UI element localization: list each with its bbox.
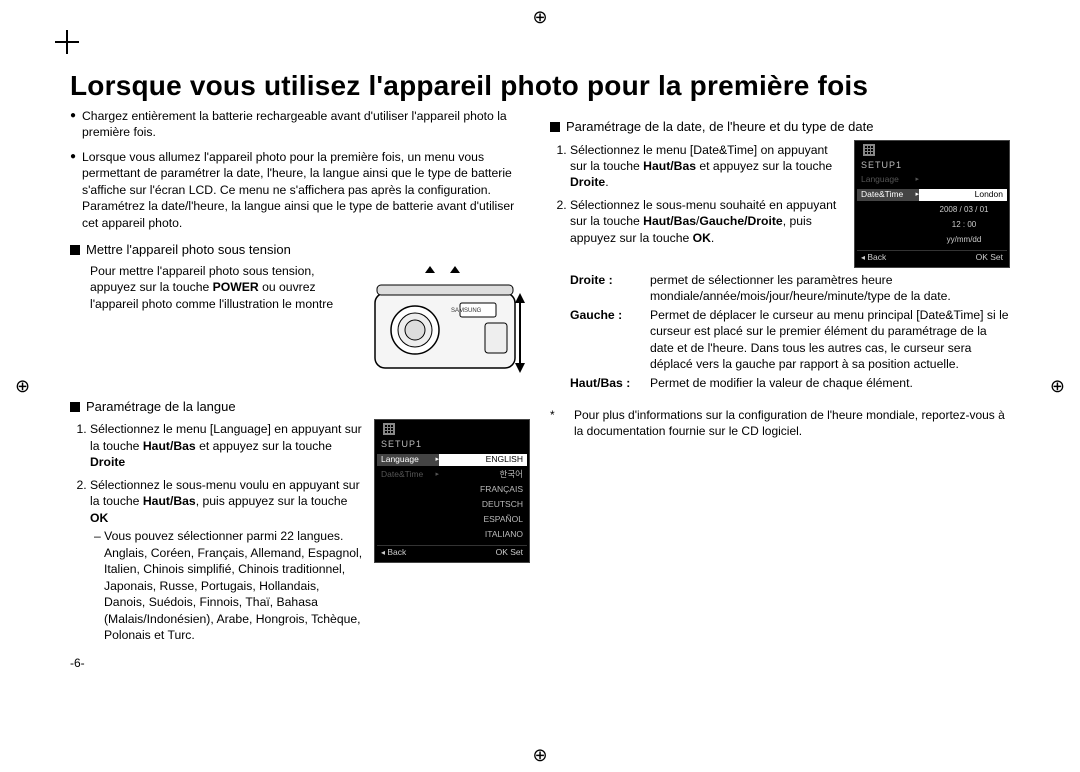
lcd-title: SETUP1	[377, 436, 527, 452]
intro-bullet: ● Chargez entièrement la batterie rechar…	[70, 108, 530, 141]
bullet-icon: ●	[70, 149, 82, 231]
right-column: Paramétrage de la date, de l'heure et du…	[550, 108, 1010, 672]
def-gauche: Gauche : Permet de déplacer le curseur a…	[570, 307, 1010, 373]
camera-illustration: SAMSUNG	[365, 263, 530, 388]
crop-mark-icon: ⊕	[532, 8, 547, 26]
section-power-on: Mettre l'appareil photo sous tension	[70, 241, 530, 259]
manual-page: ⊕ ⊕ ⊕ ⊕ Lorsque vous utilisez l'appareil…	[0, 0, 1080, 772]
crop-mark-icon: ⊕	[15, 377, 30, 395]
step-item: Sélectionnez le sous-menu souhaité en ap…	[570, 197, 844, 246]
step-item: Sélectionnez le menu [Date&Time] on appu…	[570, 142, 844, 191]
section-heading: Mettre l'appareil photo sous tension	[86, 241, 291, 259]
power-on-text: Pour mettre l'appareil photo sous tensio…	[70, 263, 355, 312]
page-title: Lorsque vous utilisez l'appareil photo p…	[70, 70, 1010, 102]
lcd-datetime-screenshot: SETUP1 Language▸ Date&Time▸ London 2008 …	[854, 140, 1010, 268]
lcd-title: SETUP1	[857, 157, 1007, 173]
menu-icon	[863, 144, 875, 156]
section-heading: Paramétrage de la langue	[86, 398, 236, 416]
language-steps: Sélectionnez le menu [Language] en appuy…	[70, 421, 364, 643]
def-droite: Droite : permet de sélectionner les para…	[570, 272, 1010, 305]
crop-corner-icon	[55, 30, 79, 54]
square-bullet-icon	[70, 245, 80, 255]
footnote: * Pour plus d'informations sur la config…	[550, 407, 1010, 439]
crop-mark-icon: ⊕	[1050, 377, 1065, 395]
lcd-language-screenshot: SETUP1 Language▸ ENGLISH Date&Time▸ 한국어 …	[374, 419, 530, 562]
section-language: Paramétrage de la langue	[70, 398, 530, 416]
language-list: – Vous pouvez sélectionner parmi 22 lang…	[90, 528, 364, 643]
page-number: -6-	[70, 655, 530, 671]
menu-icon	[383, 423, 395, 435]
crop-mark-icon: ⊕	[532, 746, 547, 764]
bullet-icon: ●	[70, 108, 82, 141]
square-bullet-icon	[550, 122, 560, 132]
step-item: Sélectionnez le menu [Language] en appuy…	[90, 421, 364, 470]
datetime-steps: Sélectionnez le menu [Date&Time] on appu…	[550, 142, 844, 247]
step-item: Sélectionnez le sous-menu voulu en appuy…	[90, 477, 364, 644]
intro-bullet: ● Lorsque vous allumez l'appareil photo …	[70, 149, 530, 231]
section-heading: Paramétrage de la date, de l'heure et du…	[566, 118, 873, 136]
def-hautbas: Haut/Bas : Permet de modifier la valeur …	[570, 375, 1010, 391]
section-datetime: Paramétrage de la date, de l'heure et du…	[550, 118, 1010, 136]
square-bullet-icon	[70, 402, 80, 412]
left-column: ● Chargez entièrement la batterie rechar…	[70, 108, 530, 672]
svg-text:SAMSUNG: SAMSUNG	[451, 308, 482, 314]
asterisk-icon: *	[550, 407, 574, 439]
